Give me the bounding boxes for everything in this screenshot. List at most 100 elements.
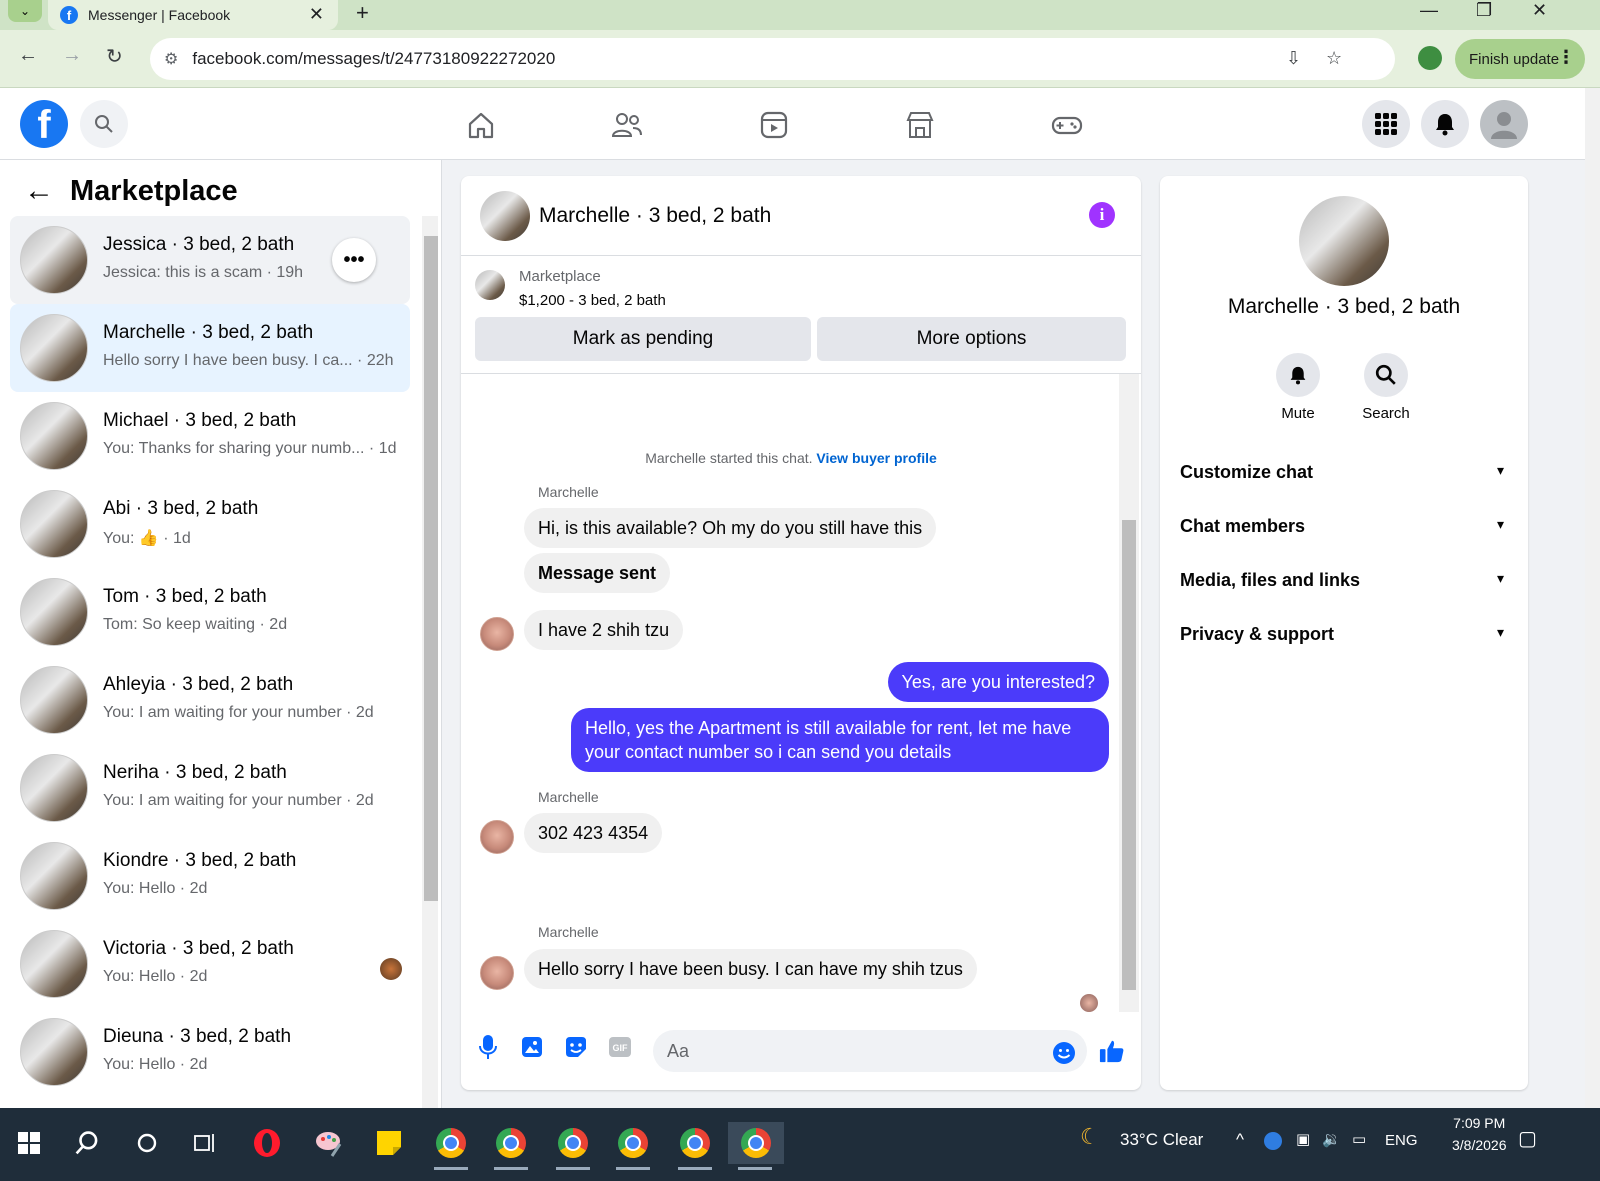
more-options-button[interactable]: More options	[817, 317, 1126, 361]
task-view-icon[interactable]	[184, 1122, 226, 1164]
chrome-profile-3-icon[interactable]	[552, 1122, 594, 1170]
info-icon[interactable]: i	[1089, 202, 1115, 228]
app-tray-icon[interactable]	[1264, 1132, 1282, 1150]
conversation-item[interactable]: Michael · 3 bed, 2 bath You: Thanks for s…	[10, 392, 410, 480]
chat-scrollbar[interactable]	[1119, 374, 1139, 1012]
message-bubble[interactable]: Hi, is this available? Oh my do you stil…	[524, 508, 937, 548]
listing-thumbnail[interactable]	[475, 270, 505, 300]
conversation-item[interactable]: Jessica · 3 bed, 2 bath Jessica: this is …	[10, 216, 410, 304]
restore-icon[interactable]: ❐	[1476, 0, 1492, 21]
network-icon[interactable]: ▭	[1352, 1130, 1366, 1148]
mute-button[interactable]: Mute	[1258, 353, 1338, 422]
weather-text[interactable]: 33°C Clear	[1120, 1130, 1203, 1150]
new-tab-button[interactable]: +	[356, 0, 369, 26]
chat-title[interactable]: Marchelle · 3 bed, 2 bath	[539, 204, 771, 228]
back-arrow-icon[interactable]: ←	[24, 174, 54, 208]
url-text[interactable]: facebook.com/messages/t/2477318092227202…	[192, 49, 555, 69]
conversation-item[interactable]: Neriha · 3 bed, 2 bath You: I am waiting …	[10, 744, 410, 832]
sender-avatar[interactable]	[480, 956, 514, 990]
listing-price[interactable]: $1,200 - 3 bed, 2 bath	[519, 292, 666, 309]
search-button[interactable]	[80, 100, 128, 148]
gif-icon[interactable]: GIF	[607, 1034, 633, 1060]
bookmark-star-icon[interactable]: ☆	[1326, 48, 1342, 69]
sidebar-scrollbar[interactable]	[422, 216, 438, 1108]
browser-tab[interactable]: f Messenger | Facebook ✕	[48, 0, 338, 30]
conversation-item[interactable]: Dieuna · 3 bed, 2 bath You: Hello · 2d	[10, 1008, 410, 1096]
sidebar-scrollbar-thumb[interactable]	[424, 236, 438, 901]
conversation-item[interactable]: Kiondre · 3 bed, 2 bath You: Hello · 2d	[10, 832, 410, 920]
sticker-icon[interactable]	[563, 1034, 589, 1060]
taskbar-search-icon[interactable]	[66, 1122, 108, 1164]
finish-update-button[interactable]: Finish update ⋮	[1455, 39, 1585, 79]
chrome-profile-2-icon[interactable]	[490, 1122, 532, 1170]
photo-icon[interactable]	[519, 1034, 545, 1060]
opera-icon[interactable]	[246, 1122, 288, 1164]
account-avatar[interactable]	[1480, 100, 1528, 148]
notifications-center-icon[interactable]: ▢	[1518, 1126, 1537, 1151]
mark-as-pending-button[interactable]: Mark as pending	[475, 317, 811, 361]
back-icon[interactable]: ←	[18, 44, 38, 67]
media-files-links-section[interactable]: Media, files and links ▾	[1180, 560, 1510, 600]
tab-search-dropdown[interactable]: ⌄	[8, 0, 42, 22]
language-indicator[interactable]: ENG	[1385, 1132, 1418, 1149]
windows-start-icon[interactable]	[8, 1122, 50, 1164]
moon-weather-icon[interactable]: ☾	[1080, 1124, 1100, 1150]
window-close-icon[interactable]: ✕	[1532, 0, 1547, 21]
message-bubble-outgoing[interactable]: Yes, are you interested?	[887, 662, 1109, 702]
message-bubble[interactable]: Message sent	[524, 553, 671, 593]
profile-avatar-icon[interactable]	[1418, 46, 1442, 70]
gaming-icon[interactable]	[1050, 108, 1084, 142]
message-bubble[interactable]: Hello sorry I have been busy. I can have…	[524, 949, 977, 989]
conversation-item[interactable]: Marchelle · 3 bed, 2 bath Hello sorry I h…	[10, 304, 410, 392]
chat-scrollbar-thumb[interactable]	[1122, 520, 1136, 990]
chat-avatar[interactable]	[480, 191, 530, 241]
chrome-active-icon[interactable]	[728, 1122, 784, 1170]
system-clock[interactable]: 7:09 PM 3/8/2026	[1452, 1112, 1507, 1156]
sender-avatar[interactable]	[480, 820, 514, 854]
privacy-support-section[interactable]: Privacy & support ▾	[1180, 614, 1510, 654]
conversation-item[interactable]: Tom · 3 bed, 2 bath Tom: So keep waiting …	[10, 568, 410, 656]
message-bubble[interactable]: I have 2 shih tzu	[524, 610, 684, 650]
cortana-icon[interactable]	[126, 1122, 168, 1164]
address-bar[interactable]: ⚙ facebook.com/messages/t/24773180922272…	[150, 38, 1395, 80]
chrome-profile-4-icon[interactable]	[612, 1122, 654, 1170]
microphone-icon[interactable]	[475, 1034, 501, 1060]
emoji-icon[interactable]	[1051, 1040, 1077, 1066]
browser-menu-icon[interactable]: ⋮	[1557, 47, 1575, 68]
conversation-item[interactable]: Ahleyia · 3 bed, 2 bath You: I am waiting…	[10, 656, 410, 744]
sticky-notes-icon[interactable]	[368, 1122, 410, 1164]
tab-close-icon[interactable]: ✕	[309, 4, 324, 25]
view-buyer-profile-link[interactable]: View buyer profile	[816, 450, 936, 466]
paint-icon[interactable]	[308, 1122, 350, 1164]
notifications-bell-icon[interactable]	[1421, 100, 1469, 148]
home-icon[interactable]	[464, 108, 498, 142]
install-app-icon[interactable]: ⇩	[1286, 48, 1301, 69]
site-info-icon[interactable]: ⚙	[164, 49, 178, 69]
facebook-logo-icon[interactable]: f	[20, 100, 68, 148]
video-icon[interactable]	[757, 108, 791, 142]
tray-chevron-up-icon[interactable]: ^	[1236, 1130, 1244, 1150]
meet-now-icon[interactable]: ▣	[1296, 1130, 1310, 1148]
forward-icon[interactable]: →	[62, 44, 82, 67]
message-input[interactable]	[653, 1030, 1087, 1072]
conversation-item[interactable]: Victoria · 3 bed, 2 bath You: Hello · 2d	[10, 920, 410, 1008]
sender-avatar[interactable]	[480, 617, 514, 651]
page-scrollbar[interactable]	[1585, 88, 1600, 1108]
search-in-chat-button[interactable]: Search	[1346, 353, 1426, 422]
friends-icon[interactable]	[610, 108, 644, 142]
message-bubble-outgoing[interactable]: Hello, yes the Apartment is still availa…	[571, 708, 1109, 772]
reload-icon[interactable]: ↻	[106, 44, 123, 69]
chrome-work-icon[interactable]	[430, 1122, 472, 1170]
chrome-profile-5-icon[interactable]	[674, 1122, 716, 1170]
menu-grid-icon[interactable]	[1362, 100, 1410, 148]
chat-members-section[interactable]: Chat members ▾	[1180, 506, 1510, 546]
more-options-icon[interactable]: •••	[332, 238, 376, 282]
thumbs-up-icon[interactable]	[1099, 1038, 1125, 1064]
volume-icon[interactable]: 🔉	[1322, 1130, 1341, 1148]
customize-chat-section[interactable]: Customize chat ▾	[1180, 452, 1510, 492]
minimize-icon[interactable]: —	[1420, 0, 1438, 21]
message-bubble[interactable]: 302 423 4354	[524, 813, 663, 853]
conversation-item[interactable]: Abi · 3 bed, 2 bath You: 👍 · 1d	[10, 480, 410, 568]
marketplace-icon[interactable]	[903, 108, 937, 142]
details-avatar[interactable]	[1299, 196, 1389, 286]
